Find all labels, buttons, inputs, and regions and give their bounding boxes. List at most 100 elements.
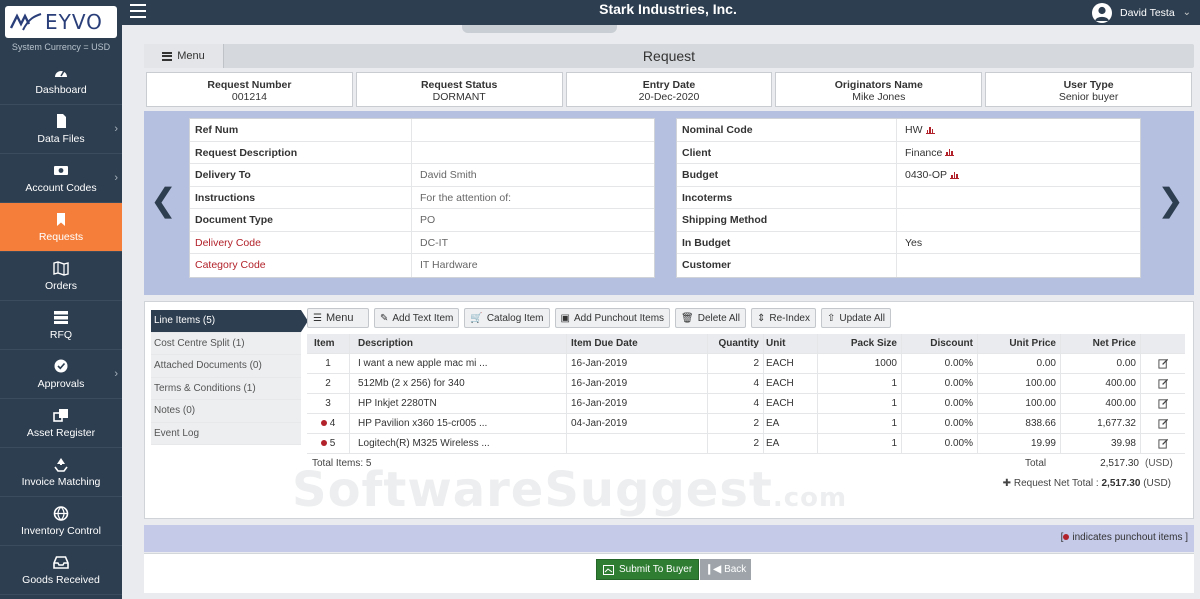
summary-label: Request Number <box>207 79 292 91</box>
card-icon: ▣ <box>560 312 570 324</box>
col-due-date[interactable]: Item Due Date <box>567 334 708 353</box>
catalog-item-button[interactable]: 🛒 Catalog Item <box>464 308 550 328</box>
cell-qty: 2 <box>708 414 764 433</box>
table-row[interactable]: 5 Logitech(R) M325 Wireless ... 2 EA 1 0.00% 1… <box>307 434 1185 454</box>
sidebar-item-rfq[interactable]: RFQ <box>0 301 122 350</box>
chart-icon[interactable] <box>950 171 960 179</box>
detail-row-shipping-method: Shipping Method <box>677 209 1140 232</box>
tab-attached-documents[interactable]: Attached Documents (0) <box>151 355 301 378</box>
cell-desc: Logitech(R) M325 Wireless ... <box>350 434 567 453</box>
plus-icon[interactable]: ✚ <box>1003 478 1011 489</box>
sidebar-item-inventory-control[interactable]: Inventory Control <box>0 497 122 546</box>
add-punchout-items-button[interactable]: ▣ Add Punchout Items <box>554 308 671 328</box>
col-unit-price[interactable]: Unit Price <box>978 334 1061 353</box>
detail-value[interactable]: Finance <box>897 142 1140 164</box>
chart-icon[interactable] <box>945 149 955 157</box>
summary-request-number: Request Number 001214 <box>146 72 353 107</box>
tab-notes[interactable]: Notes (0) <box>151 400 301 423</box>
sidebar-item-requests[interactable]: Requests <box>0 203 122 252</box>
submit-to-buyer-button[interactable]: Submit To Buyer <box>596 559 700 580</box>
grid-body: 1I want a new apple mac mi ... 16-Jan-201… <box>307 354 1185 454</box>
next-arrow-icon[interactable]: ❯ <box>1157 181 1184 219</box>
tab-line-items[interactable]: Line Items (5) <box>151 310 308 333</box>
chevron-down-icon: ⌄ <box>1182 7 1192 18</box>
table-row[interactable]: 3 HP Inkjet 2280TN 16-Jan-2019 4 EACH 1 0.00% 1… <box>307 394 1185 414</box>
cell-edit <box>1141 434 1185 453</box>
cell-pack: 1 <box>818 374 902 393</box>
sidebar-item-approvals[interactable]: Approvals › <box>0 350 122 399</box>
detail-value[interactable]: PO <box>412 209 654 231</box>
tab-terms-conditions[interactable]: Terms & Conditions (1) <box>151 377 301 400</box>
cell-nprice: 400.00 <box>1061 374 1141 393</box>
detail-value[interactable]: David Smith <box>412 164 654 186</box>
col-description[interactable]: Description <box>350 334 567 353</box>
sidebar-item-asset-register[interactable]: Asset Register <box>0 399 122 448</box>
previous-arrow-icon[interactable]: ❮ <box>150 181 177 219</box>
page-title: Request <box>642 48 696 64</box>
detail-value-text: Finance <box>905 146 943 159</box>
detail-row-nominal-code: Nominal Code HW <box>677 119 1140 142</box>
cell-qty: 4 <box>708 374 764 393</box>
sidebar-item-label: Inventory Control <box>21 525 101 537</box>
summary-label: Originators Name <box>834 79 923 91</box>
logo[interactable]: EYVO <box>5 6 117 38</box>
col-quantity[interactable]: Quantity <box>708 334 764 353</box>
sidebar-item-account-codes[interactable]: Account Codes › <box>0 154 122 203</box>
detail-value[interactable] <box>897 209 1140 231</box>
upload-icon: ⇧ <box>826 312 836 324</box>
cell-item: 5 <box>307 434 350 453</box>
detail-value[interactable]: Yes <box>897 232 1140 254</box>
edit-icon[interactable] <box>1157 378 1169 389</box>
edit-icon[interactable] <box>1157 398 1169 409</box>
edit-icon[interactable] <box>1157 418 1169 429</box>
summary-value: 001214 <box>231 91 267 103</box>
detail-value[interactable]: 0430-OP <box>897 164 1140 186</box>
detail-value[interactable]: For the attention of: <box>412 187 654 209</box>
detail-value[interactable]: HW <box>897 119 1140 141</box>
detail-label: Incoterms <box>677 186 897 208</box>
update-all-button[interactable]: ⇧ Update All <box>820 308 891 328</box>
sidebar-item-dashboard[interactable]: Dashboard <box>0 56 122 105</box>
top-drawer-handle[interactable] <box>462 25 617 33</box>
side-tabs: Line Items (5) Cost Centre Split (1) Attac… <box>151 310 308 445</box>
col-unit[interactable]: Unit <box>764 334 818 353</box>
edit-icon[interactable] <box>1157 438 1169 449</box>
tab-event-log[interactable]: Event Log <box>151 422 301 445</box>
net-total-value: 2,517.30 <box>1101 478 1141 489</box>
logo-text: EYVO <box>45 10 103 34</box>
summary-label: User Type <box>1063 79 1114 91</box>
detail-value[interactable] <box>412 142 654 164</box>
edit-icon[interactable] <box>1157 358 1169 369</box>
col-pack-size[interactable]: Pack Size <box>818 334 902 353</box>
back-button[interactable]: ❙◀ Back <box>700 559 752 580</box>
menu-button[interactable]: ☰ Menu <box>307 308 369 328</box>
chart-icon[interactable] <box>925 126 935 134</box>
col-net-price[interactable]: Net Price <box>1061 334 1141 353</box>
sidebar-item-data-files[interactable]: Data Files › <box>0 105 122 154</box>
detail-value[interactable]: IT Hardware <box>412 254 654 277</box>
col-discount[interactable]: Discount <box>902 334 978 353</box>
tab-cost-centre-split[interactable]: Cost Centre Split (1) <box>151 332 301 355</box>
re-index-button[interactable]: ⇕ Re-Index <box>750 308 816 328</box>
table-row[interactable]: 4 HP Pavilion x360 15-cr005 ... 04-Jan-201… <box>307 414 1185 434</box>
detail-row-instructions: Instructions For the attention of: <box>190 186 654 209</box>
detail-value[interactable] <box>897 254 1140 277</box>
add-text-item-button[interactable]: ✎ Add Text Item <box>374 308 460 328</box>
detail-value-text: 0430-OP <box>905 169 948 181</box>
table-row[interactable]: 2 512Mb (2 x 256) for 340 16-Jan-2019 4 EACH… <box>307 374 1185 394</box>
cell-nprice: 39.98 <box>1061 434 1141 453</box>
user-menu[interactable]: David Testa ⌄ <box>1088 0 1200 25</box>
table-row[interactable]: 1 I want a new apple mac mi ... 16-Jan-201… <box>307 354 1185 374</box>
delete-all-button[interactable]: 🗑 Delete All <box>675 308 746 328</box>
sidebar-item-orders[interactable]: Orders <box>0 252 122 301</box>
request-summary: Request Number 001214 Request Status DORMAN… <box>144 72 1194 107</box>
detail-value[interactable] <box>412 119 654 141</box>
sidebar-item-goods-received[interactable]: Goods Received <box>0 546 122 595</box>
col-item[interactable]: Item <box>307 334 350 353</box>
detail-value[interactable]: DC-IT <box>412 232 654 254</box>
page-menu-button[interactable]: Menu <box>144 44 224 68</box>
detail-value[interactable] <box>897 187 1140 209</box>
summary-entry-date: Entry Date 20-Dec-2020 <box>565 72 773 107</box>
sidebar-item-invoice-matching[interactable]: Invoice Matching <box>0 448 122 497</box>
line-items-area: ☰ Menu ✎ Add Text Item 🛒 Catalog Item ▣ Add Pun… <box>307 308 1187 494</box>
